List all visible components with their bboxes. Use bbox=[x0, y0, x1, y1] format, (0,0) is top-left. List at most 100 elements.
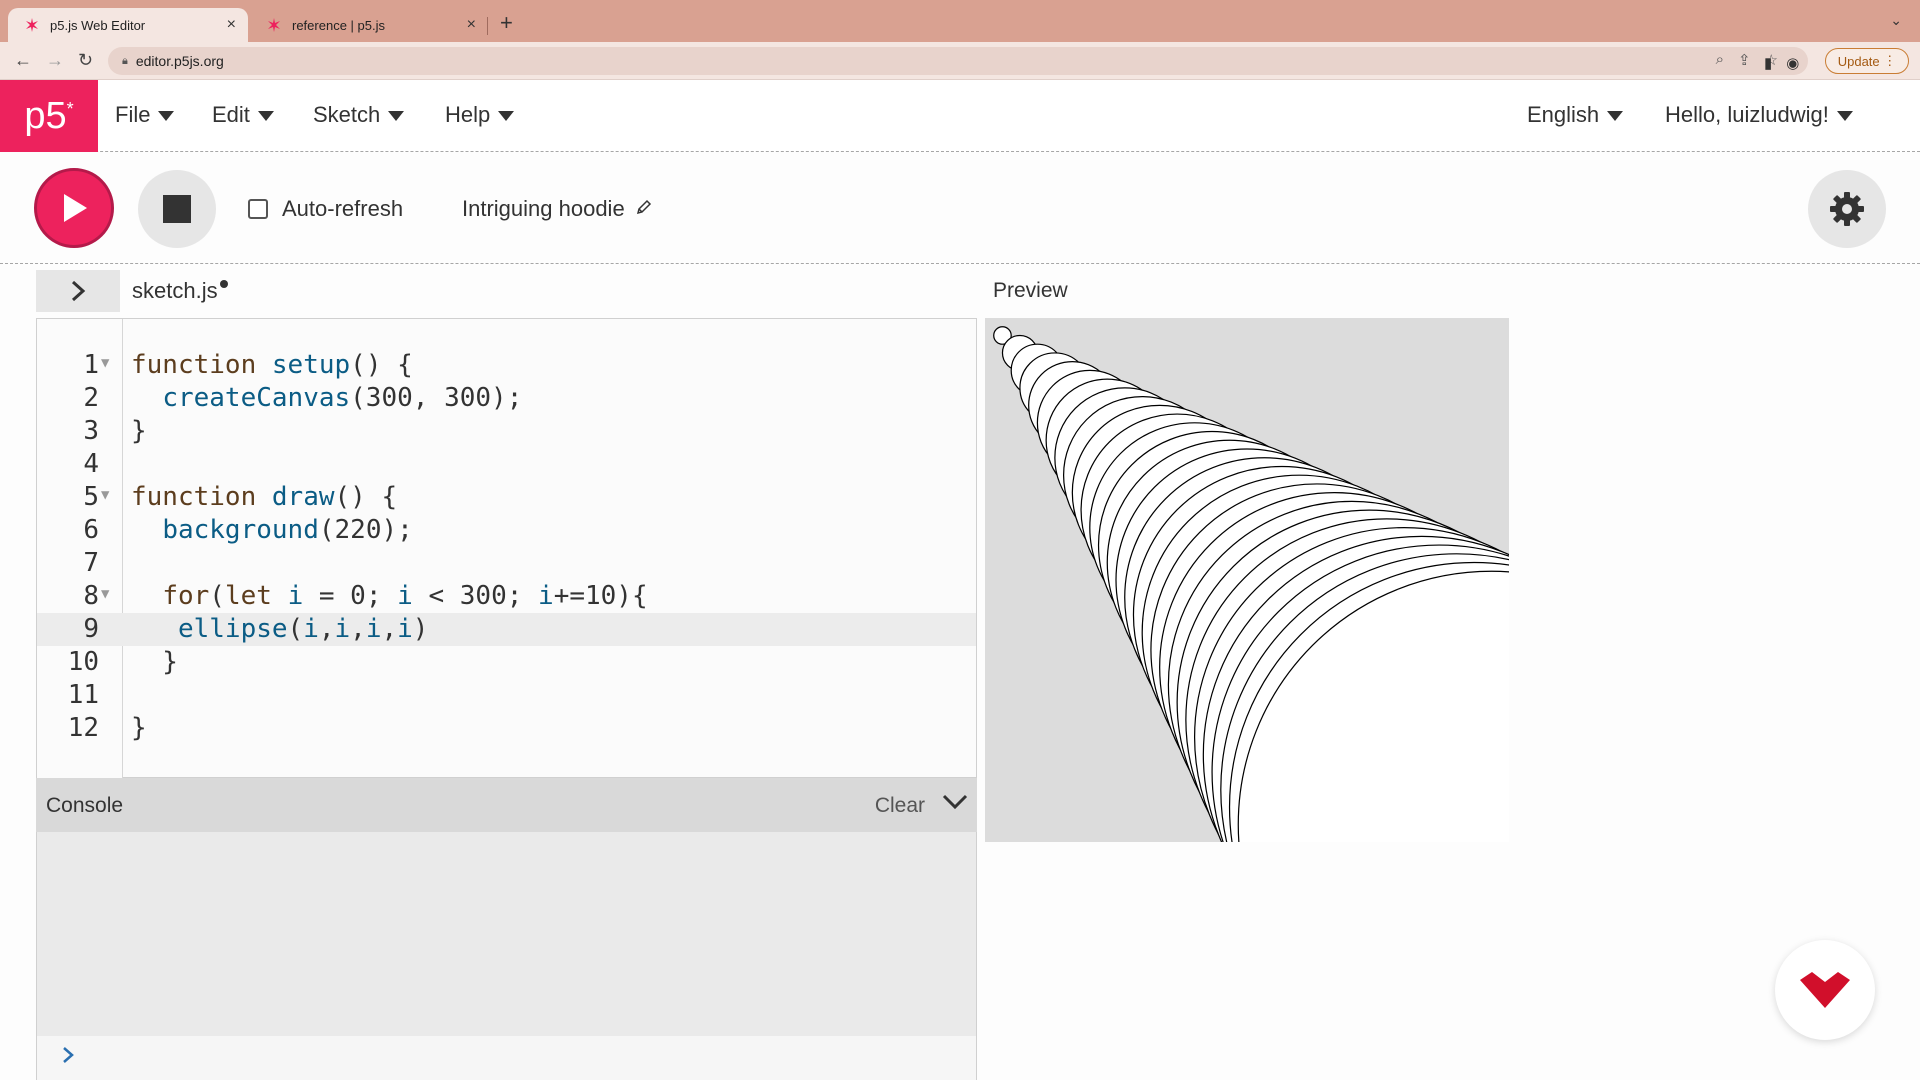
code-text: createCanvas(300, 300); bbox=[162, 383, 523, 413]
code-line[interactable]: 11 bbox=[37, 679, 976, 712]
editor-nav-bar: p5 * File Edit Sketch Help English Hello,… bbox=[0, 80, 1920, 152]
unsaved-dot bbox=[219, 280, 228, 288]
console-prompt-chevron-icon bbox=[61, 1044, 75, 1071]
close-tab-icon[interactable]: × bbox=[227, 16, 236, 34]
code-editor[interactable]: 1 ▼ function setup() {2 createCanvas(300, … bbox=[36, 318, 977, 779]
code-line[interactable]: 6 background(220); bbox=[37, 514, 976, 547]
line-number: 3 bbox=[83, 416, 99, 446]
code-line[interactable]: 10 } bbox=[37, 646, 976, 679]
fold-arrow-icon[interactable]: ▼ bbox=[101, 479, 109, 512]
console-clear-button[interactable]: Clear bbox=[875, 794, 925, 818]
line-number: 5 bbox=[83, 482, 99, 512]
code-text: } bbox=[131, 713, 147, 743]
code-line[interactable]: 5 ▼ function draw() { bbox=[37, 481, 976, 514]
code-text: function draw() { bbox=[131, 482, 398, 512]
sketch-name[interactable]: Intriguing hoodie bbox=[462, 196, 653, 222]
side-panel-icon[interactable]: ▮ bbox=[1764, 54, 1772, 72]
ellipses-drawing bbox=[985, 318, 1509, 842]
url-text: editor.p5js.org bbox=[135, 53, 224, 69]
line-number: 12 bbox=[67, 713, 99, 743]
browser-tab-bar: p5.js Web Editor × reference | p5.js × +… bbox=[0, 0, 1920, 42]
code-line[interactable]: 1 ▼ function setup() { bbox=[37, 349, 976, 382]
sidebar-expand-button[interactable] bbox=[36, 270, 120, 312]
menu-sketch[interactable]: Sketch bbox=[313, 102, 405, 128]
address-bar-row: ← → ↻ 🔒︎ editor.p5js.org ⌕ ⇪ ☆ ▮ ◉ Updat… bbox=[0, 42, 1920, 80]
code-line[interactable]: 4 bbox=[37, 448, 976, 481]
tab-title: p5.js Web Editor bbox=[50, 17, 146, 33]
profile-avatar-icon[interactable]: ◉ bbox=[1786, 54, 1799, 72]
caret-down-icon bbox=[257, 111, 274, 121]
zoom-icon[interactable]: ⌕ bbox=[1716, 51, 1724, 69]
caret-down-icon bbox=[1836, 111, 1853, 121]
tab-divider bbox=[487, 17, 488, 35]
p5-favicon-icon bbox=[24, 17, 40, 33]
stop-icon bbox=[163, 195, 191, 223]
user-menu[interactable]: Hello, luizludwig! bbox=[1665, 102, 1853, 128]
code-line[interactable]: 9 ellipse(i,i,i,i) bbox=[37, 613, 976, 646]
fold-arrow-icon[interactable]: ▼ bbox=[101, 347, 109, 380]
caret-down-icon bbox=[498, 111, 515, 121]
settings-button[interactable] bbox=[1808, 170, 1886, 248]
console-input[interactable] bbox=[36, 1036, 977, 1080]
gear-icon bbox=[1830, 192, 1864, 226]
browser-tab-p5-editor[interactable]: p5.js Web Editor × bbox=[8, 8, 248, 42]
code-line[interactable]: 7 bbox=[37, 547, 976, 580]
preview-label: Preview bbox=[993, 279, 1068, 302]
code-text: ellipse(i,i,i,i) bbox=[177, 614, 429, 644]
code-text: } bbox=[131, 416, 147, 446]
heart-logo-icon bbox=[1800, 972, 1850, 1008]
auto-refresh-toggle[interactable]: Auto-refresh bbox=[248, 196, 403, 222]
code-text: for(let i = 0; i < 300; i+=10){ bbox=[162, 581, 648, 611]
caret-down-icon bbox=[388, 111, 405, 121]
console-title: Console bbox=[46, 794, 124, 817]
back-arrow-icon[interactable]: ← bbox=[14, 50, 32, 71]
url-field[interactable]: 🔒︎ editor.p5js.org ⌕ ⇪ ☆ bbox=[108, 47, 1808, 75]
close-tab-icon[interactable]: × bbox=[467, 16, 476, 34]
reload-icon[interactable]: ↻ bbox=[78, 50, 93, 71]
new-tab-icon[interactable]: + bbox=[500, 10, 513, 36]
code-text: background(220); bbox=[162, 515, 413, 545]
line-number: 7 bbox=[83, 548, 99, 578]
donate-heart-button[interactable] bbox=[1775, 940, 1875, 1040]
chevron-right-icon bbox=[71, 280, 86, 302]
auto-refresh-checkbox[interactable] bbox=[248, 199, 268, 219]
file-tab-sketch-js[interactable]: sketch.js bbox=[132, 278, 228, 304]
menu-edit[interactable]: Edit bbox=[212, 102, 274, 128]
menu-help[interactable]: Help bbox=[445, 102, 515, 128]
line-number: 2 bbox=[83, 383, 99, 413]
line-number: 8 bbox=[83, 581, 99, 611]
lock-icon: 🔒︎ bbox=[122, 54, 128, 67]
share-icon[interactable]: ⇪ bbox=[1738, 51, 1751, 69]
language-menu[interactable]: English bbox=[1527, 102, 1624, 128]
code-line[interactable]: 8 ▼ for(let i = 0; i < 300; i+=10){ bbox=[37, 580, 976, 613]
browser-tab-reference[interactable]: reference | p5.js × bbox=[250, 8, 488, 42]
browser-update-button[interactable]: Update ⋮ bbox=[1825, 48, 1909, 74]
stop-button[interactable] bbox=[138, 170, 216, 248]
menu-file[interactable]: File bbox=[115, 102, 175, 128]
code-line[interactable]: 2 createCanvas(300, 300); bbox=[37, 382, 976, 415]
forward-arrow-icon[interactable]: → bbox=[46, 50, 64, 71]
play-button[interactable] bbox=[34, 168, 114, 248]
line-number: 6 bbox=[83, 515, 99, 545]
code-text: } bbox=[131, 647, 178, 677]
p5-logo[interactable]: p5 * bbox=[0, 80, 98, 152]
fold-arrow-icon[interactable]: ▼ bbox=[101, 578, 109, 611]
line-number: 9 bbox=[83, 614, 99, 644]
p5-favicon-icon bbox=[266, 17, 282, 33]
console-collapse-chevron-icon[interactable] bbox=[941, 790, 969, 817]
line-number: 4 bbox=[83, 449, 99, 479]
console-header: Console Clear bbox=[36, 778, 977, 832]
sketch-toolbar: Auto-refresh Intriguing hoodie bbox=[0, 152, 1920, 264]
pencil-edit-icon[interactable] bbox=[635, 196, 653, 222]
sketch-canvas[interactable] bbox=[985, 318, 1509, 842]
code-line[interactable]: 12} bbox=[37, 712, 976, 745]
tab-title: reference | p5.js bbox=[292, 17, 385, 33]
caret-down-icon bbox=[158, 111, 175, 121]
play-icon bbox=[64, 194, 87, 222]
line-number: 1 bbox=[83, 350, 99, 380]
code-line[interactable]: 3} bbox=[37, 415, 976, 448]
tab-search-chevron-icon[interactable]: ⌄ bbox=[1890, 12, 1902, 29]
line-number: 11 bbox=[67, 680, 99, 710]
caret-down-icon bbox=[1607, 111, 1624, 121]
code-text: function setup() { bbox=[131, 350, 413, 380]
